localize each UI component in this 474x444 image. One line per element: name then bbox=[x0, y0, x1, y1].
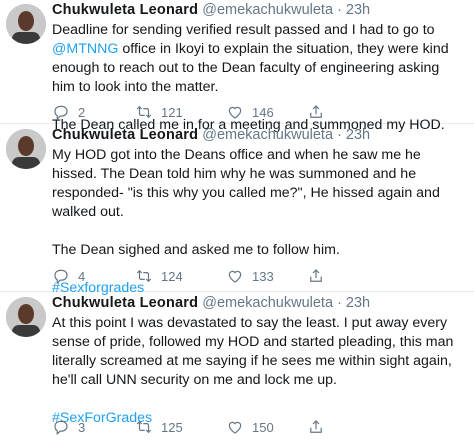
retweet-icon bbox=[136, 420, 152, 434]
reply-button[interactable]: 3 bbox=[52, 418, 85, 436]
tweet-text: At this point I was devastated to say th… bbox=[52, 315, 454, 426]
reply-button[interactable]: 2 bbox=[52, 103, 85, 121]
retweet-count: 125 bbox=[161, 419, 183, 435]
avatar[interactable] bbox=[6, 129, 46, 169]
tweet[interactable]: Chukwuleta Leonard @emekachukwuleta · 23… bbox=[0, 0, 474, 133]
like-count: 133 bbox=[252, 268, 274, 284]
heart-icon bbox=[228, 421, 242, 434]
tweet[interactable]: Chukwuleta Leonard @emekachukwuleta · 23… bbox=[0, 293, 474, 444]
reply-icon bbox=[54, 269, 68, 285]
share-icon bbox=[310, 420, 322, 433]
retweet-button[interactable]: 125 bbox=[135, 418, 183, 436]
reply-count: 2 bbox=[78, 104, 86, 120]
avatar[interactable] bbox=[6, 297, 46, 337]
timeline: Chukwuleta Leonard @emekachukwuleta · 23… bbox=[0, 0, 474, 444]
share-icon bbox=[310, 105, 322, 118]
like-count: 146 bbox=[252, 104, 274, 120]
like-count: 150 bbox=[252, 419, 274, 435]
author-name[interactable]: Chukwuleta Leonard bbox=[52, 295, 198, 311]
share-button[interactable] bbox=[307, 267, 333, 285]
retweet-button[interactable]: 124 bbox=[135, 267, 183, 285]
retweet-count: 121 bbox=[161, 104, 183, 120]
avatar-image bbox=[6, 297, 46, 337]
reply-count: 4 bbox=[78, 268, 86, 284]
retweet-icon bbox=[136, 269, 152, 283]
retweet-icon bbox=[136, 105, 152, 119]
avatar-image bbox=[6, 129, 46, 169]
tweet[interactable]: Chukwuleta Leonard @emekachukwuleta · 23… bbox=[0, 125, 474, 296]
like-button[interactable]: 150 bbox=[226, 418, 274, 436]
avatar-image bbox=[6, 4, 46, 44]
like-button[interactable]: 146 bbox=[226, 103, 274, 121]
reply-count: 3 bbox=[78, 419, 86, 435]
timestamp[interactable]: · 23h bbox=[337, 2, 370, 18]
share-button[interactable] bbox=[307, 103, 333, 121]
author-name[interactable]: Chukwuleta Leonard bbox=[52, 127, 198, 143]
like-button[interactable]: 133 bbox=[226, 267, 274, 285]
heart-icon bbox=[228, 270, 242, 283]
author-handle[interactable]: @emekachukwuleta bbox=[202, 2, 333, 18]
author-handle[interactable]: @emekachukwuleta bbox=[202, 127, 333, 143]
author-name[interactable]: Chukwuleta Leonard bbox=[52, 2, 198, 18]
reply-icon bbox=[54, 105, 68, 121]
mention-link[interactable]: @MTNNG bbox=[52, 41, 118, 57]
timestamp[interactable]: · 23h bbox=[337, 295, 370, 311]
timestamp[interactable]: · 23h bbox=[337, 127, 370, 143]
author-handle[interactable]: @emekachukwuleta bbox=[202, 295, 333, 311]
avatar[interactable] bbox=[6, 4, 46, 44]
share-button[interactable] bbox=[307, 418, 333, 436]
reply-button[interactable]: 4 bbox=[52, 267, 85, 285]
reply-icon bbox=[54, 420, 68, 436]
share-icon bbox=[310, 269, 322, 282]
heart-icon bbox=[228, 106, 242, 119]
retweet-button[interactable]: 121 bbox=[135, 103, 183, 121]
retweet-count: 124 bbox=[161, 268, 183, 284]
